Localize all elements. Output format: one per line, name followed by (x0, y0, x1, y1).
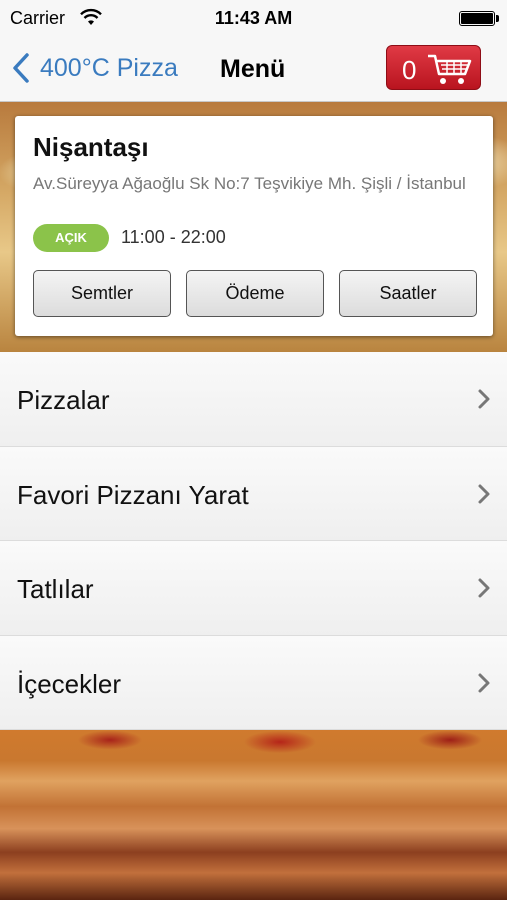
hours-button[interactable]: Saatler (339, 270, 477, 317)
menu-item-label: Tatlılar (17, 574, 94, 604)
cart-button[interactable]: 0 (386, 45, 481, 90)
chevron-right-icon (478, 389, 490, 409)
store-address: Av.Süreyya Ağaoğlu Sk No:7 Teşvikiye Mh.… (33, 174, 466, 193)
menu-item-label: İçecekler (17, 668, 122, 699)
battery-level (461, 13, 493, 24)
menu-item-tatlilar[interactable]: Tatlılar (0, 541, 507, 636)
cart-count: 0 (402, 55, 417, 85)
page-title: Menü (220, 55, 286, 83)
menu-item-favori-pizza[interactable]: Favori Pizzanı Yarat (0, 446, 507, 541)
back-label: 400°C Pizza (40, 53, 178, 82)
menu-item-pizzalar[interactable]: Pizzalar (0, 352, 507, 447)
store-buttons: Semtler Ödeme Saatler (33, 270, 477, 317)
menu-item-label: Pizzalar (17, 385, 110, 415)
chevron-right-icon (478, 578, 490, 598)
menu-list: Pizzalar Favori Pizzanı Yarat Tatlılar İ… (0, 352, 507, 730)
chevron-left-icon (13, 53, 29, 83)
chevron-right-icon (478, 484, 490, 503)
store-card: Nişantaşı Av.Süreyya Ağaoğlu Sk No:7 Teş… (15, 116, 493, 336)
status-bar: Carrier 11:43 AM (0, 0, 507, 36)
menu-item-label: Favori Pizzanı Yarat (17, 479, 249, 510)
pizza-background-bottom (0, 730, 507, 900)
opening-hours: 11:00 - 22:00 (121, 227, 226, 247)
chevron-right-icon (478, 673, 490, 692)
clock: 11:43 AM (214, 8, 293, 28)
store-name: Nişantaşı (33, 132, 149, 162)
menu-item-icecekler[interactable]: İçecekler (0, 635, 507, 730)
shopping-cart-icon (428, 54, 472, 84)
back-button[interactable]: 400°C Pizza (10, 50, 178, 86)
payment-button[interactable]: Ödeme (186, 270, 324, 317)
battery-icon (459, 11, 499, 26)
status-badge: AÇIK (33, 224, 109, 252)
navigation-bar: 400°C Pizza Menü 0 (0, 36, 507, 102)
districts-button[interactable]: Semtler (33, 270, 171, 317)
